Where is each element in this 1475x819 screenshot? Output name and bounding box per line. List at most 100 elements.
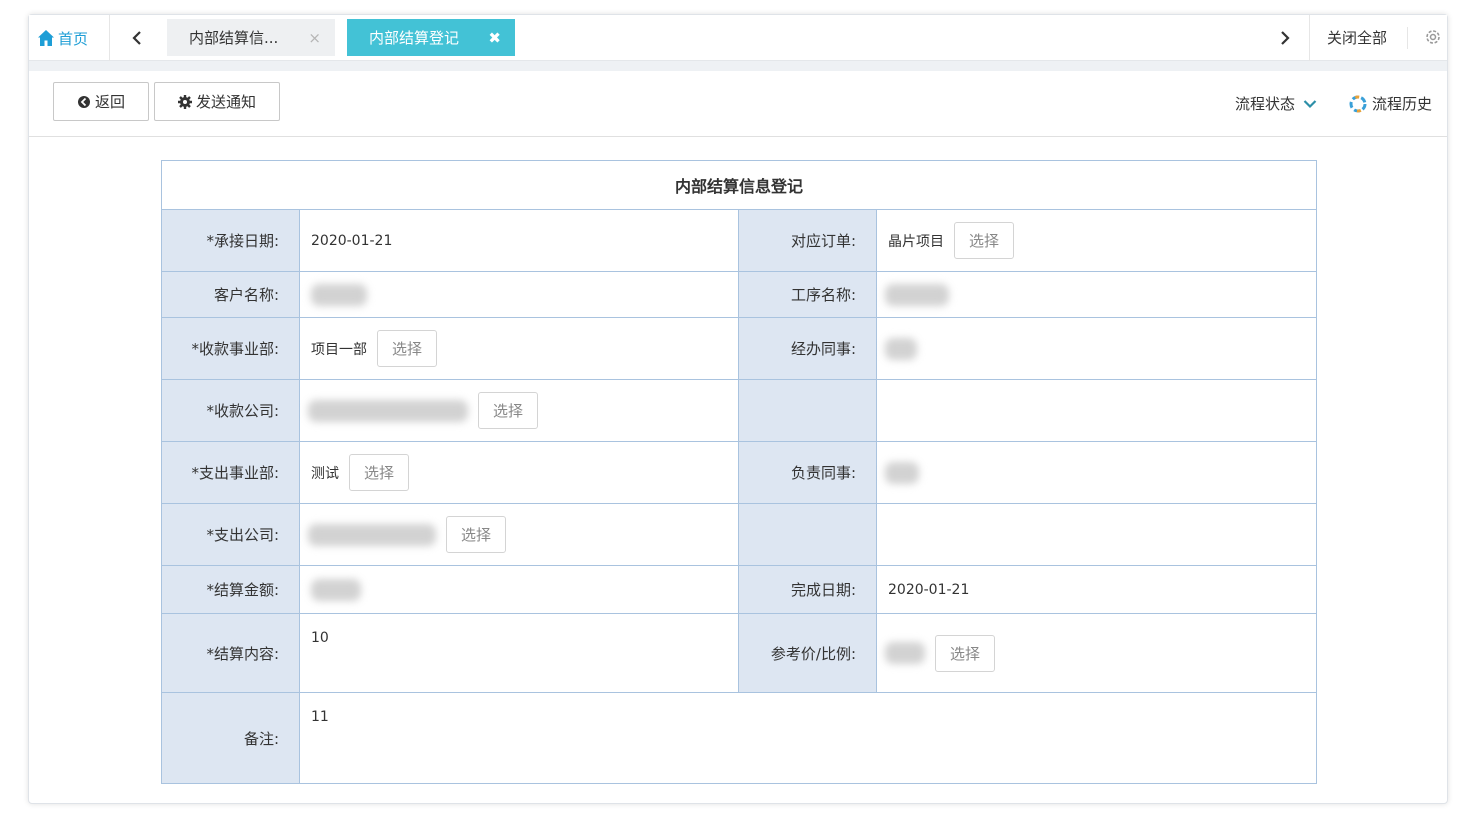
form-row: 备注: 11: [162, 693, 1316, 783]
tab-bar: 首页 内部结算信... × 内部结算登记 ✖ 关闭全部: [29, 15, 1447, 61]
select-pay-dept-button[interactable]: 选择: [349, 454, 409, 491]
toolbar: 返回 发送通知 流程状态 流程历史: [29, 71, 1447, 137]
pay-dept-field: 测试 选择: [300, 442, 739, 503]
recv-company-field: 选择: [300, 380, 739, 441]
value-text: 10: [311, 630, 329, 646]
field-label: *承接日期:: [162, 210, 300, 271]
chevron-left-icon: [132, 31, 141, 45]
field-label: 对应订单:: [739, 210, 877, 271]
notify-label: 发送通知: [195, 93, 256, 111]
form-row: *支出事业部: 测试 选择 负责同事:: [162, 442, 1316, 504]
redacted-value: [885, 642, 925, 664]
value-text: 测试: [311, 465, 339, 482]
back-label: 返回: [94, 93, 125, 111]
redacted-value: [308, 399, 468, 422]
form-row: *结算内容: 10 参考价/比例: 选择: [162, 614, 1316, 693]
redacted-value: [311, 578, 361, 601]
field-label: 工序名称:: [739, 272, 877, 317]
close-all-button[interactable]: 关闭全部: [1327, 27, 1387, 48]
remark-textarea[interactable]: 11: [300, 693, 1316, 783]
value-text: 项目一部: [311, 341, 367, 358]
send-notification-button[interactable]: 发送通知: [154, 82, 280, 121]
close-icon[interactable]: ×: [308, 29, 321, 47]
field-label: 客户名称:: [162, 272, 300, 317]
separator-bar: [29, 61, 1447, 71]
form-row: 客户名称: 工序名称:: [162, 272, 1316, 318]
field-label: *结算内容:: [162, 614, 300, 692]
form-row: *支出公司: 选择: [162, 504, 1316, 566]
gear-icon: [177, 94, 192, 109]
form-row: *收款公司: 选择: [162, 380, 1316, 442]
scroll-right-button[interactable]: [1275, 27, 1295, 49]
empty-label: [739, 504, 877, 565]
divider: [1407, 27, 1408, 49]
tab-settlement-info[interactable]: 内部结算信... ×: [167, 19, 335, 56]
pay-company-field: 选择: [300, 504, 739, 565]
gear-icon: [1426, 30, 1440, 44]
field-label: *收款公司:: [162, 380, 300, 441]
recv-dept-field: 项目一部 选择: [300, 318, 739, 379]
redacted-value: [311, 283, 367, 306]
status-label: 流程状态: [1235, 95, 1296, 113]
value-text: 2020-01-21: [311, 232, 393, 249]
redacted-value: [308, 523, 436, 546]
select-recv-company-button[interactable]: 选择: [478, 392, 538, 429]
tab-label: 内部结算信...: [189, 29, 279, 47]
close-icon[interactable]: ✖: [488, 29, 501, 47]
field-label: *收款事业部:: [162, 318, 300, 379]
form-title: 内部结算信息登记: [162, 161, 1316, 210]
process-history-link[interactable]: 流程历史: [1349, 93, 1432, 114]
home-label: 首页: [58, 29, 89, 48]
back-button[interactable]: 返回: [53, 82, 149, 121]
accept-date-value[interactable]: 2020-01-21: [300, 210, 739, 271]
scroll-left-button[interactable]: [127, 27, 147, 49]
empty-cell: [877, 504, 1315, 565]
history-label: 流程历史: [1372, 95, 1433, 113]
chevron-down-icon: [1303, 99, 1317, 108]
field-label: 参考价/比例:: [739, 614, 877, 692]
chevron-right-icon: [1281, 31, 1290, 45]
select-order-button[interactable]: 选择: [954, 222, 1014, 259]
field-label: 完成日期:: [739, 566, 877, 613]
ref-price-field: 选择: [877, 614, 1315, 692]
process-field: [877, 272, 1315, 317]
content-textarea[interactable]: 10: [300, 614, 739, 692]
form-row: *收款事业部: 项目一部 选择 经办同事:: [162, 318, 1316, 380]
field-label: 负责同事:: [739, 442, 877, 503]
settlement-form: 内部结算信息登记 *承接日期: 2020-01-21 对应订单: 晶片项目 选择…: [161, 160, 1317, 784]
form-row: *结算金额: 完成日期: 2020-01-21: [162, 566, 1316, 614]
tab-label: 内部结算登记: [369, 29, 460, 47]
amount-field: [300, 566, 739, 613]
tab-settlement-register[interactable]: 内部结算登记 ✖: [347, 19, 515, 56]
handler-field: [877, 318, 1315, 379]
select-ref-price-button[interactable]: 选择: [935, 634, 995, 672]
divider: [1309, 15, 1310, 61]
field-label: 经办同事:: [739, 318, 877, 379]
field-label: 备注:: [162, 693, 300, 783]
settings-button[interactable]: [1424, 28, 1442, 50]
tab-home[interactable]: 首页: [37, 25, 88, 51]
circle-arrow-left-icon: [77, 95, 90, 108]
redacted-value: [885, 337, 917, 360]
customer-field: [300, 272, 739, 317]
value-text: 2020-01-21: [888, 581, 970, 598]
home-icon: [38, 30, 54, 46]
field-label: *支出公司:: [162, 504, 300, 565]
value-text: 晶片项目: [888, 233, 944, 250]
redacted-value: [885, 283, 949, 306]
app-window: 首页 内部结算信... × 内部结算登记 ✖ 关闭全部 返回 发送通知 流程状态…: [28, 14, 1448, 804]
value-text: 11: [311, 709, 329, 725]
select-pay-company-button[interactable]: 选择: [446, 516, 506, 553]
field-label: *支出事业部:: [162, 442, 300, 503]
process-status-dropdown[interactable]: 流程状态: [1235, 93, 1317, 114]
form-row: *承接日期: 2020-01-21 对应订单: 晶片项目 选择: [162, 210, 1316, 272]
order-field: 晶片项目 选择: [877, 210, 1315, 271]
empty-cell: [877, 380, 1315, 441]
empty-label: [739, 380, 877, 441]
select-recv-dept-button[interactable]: 选择: [377, 330, 437, 367]
history-icon: [1349, 95, 1367, 112]
redacted-value: [885, 461, 919, 484]
owner-field: [877, 442, 1315, 503]
finish-date-value[interactable]: 2020-01-21: [877, 566, 1315, 613]
field-label: *结算金额:: [162, 566, 300, 613]
